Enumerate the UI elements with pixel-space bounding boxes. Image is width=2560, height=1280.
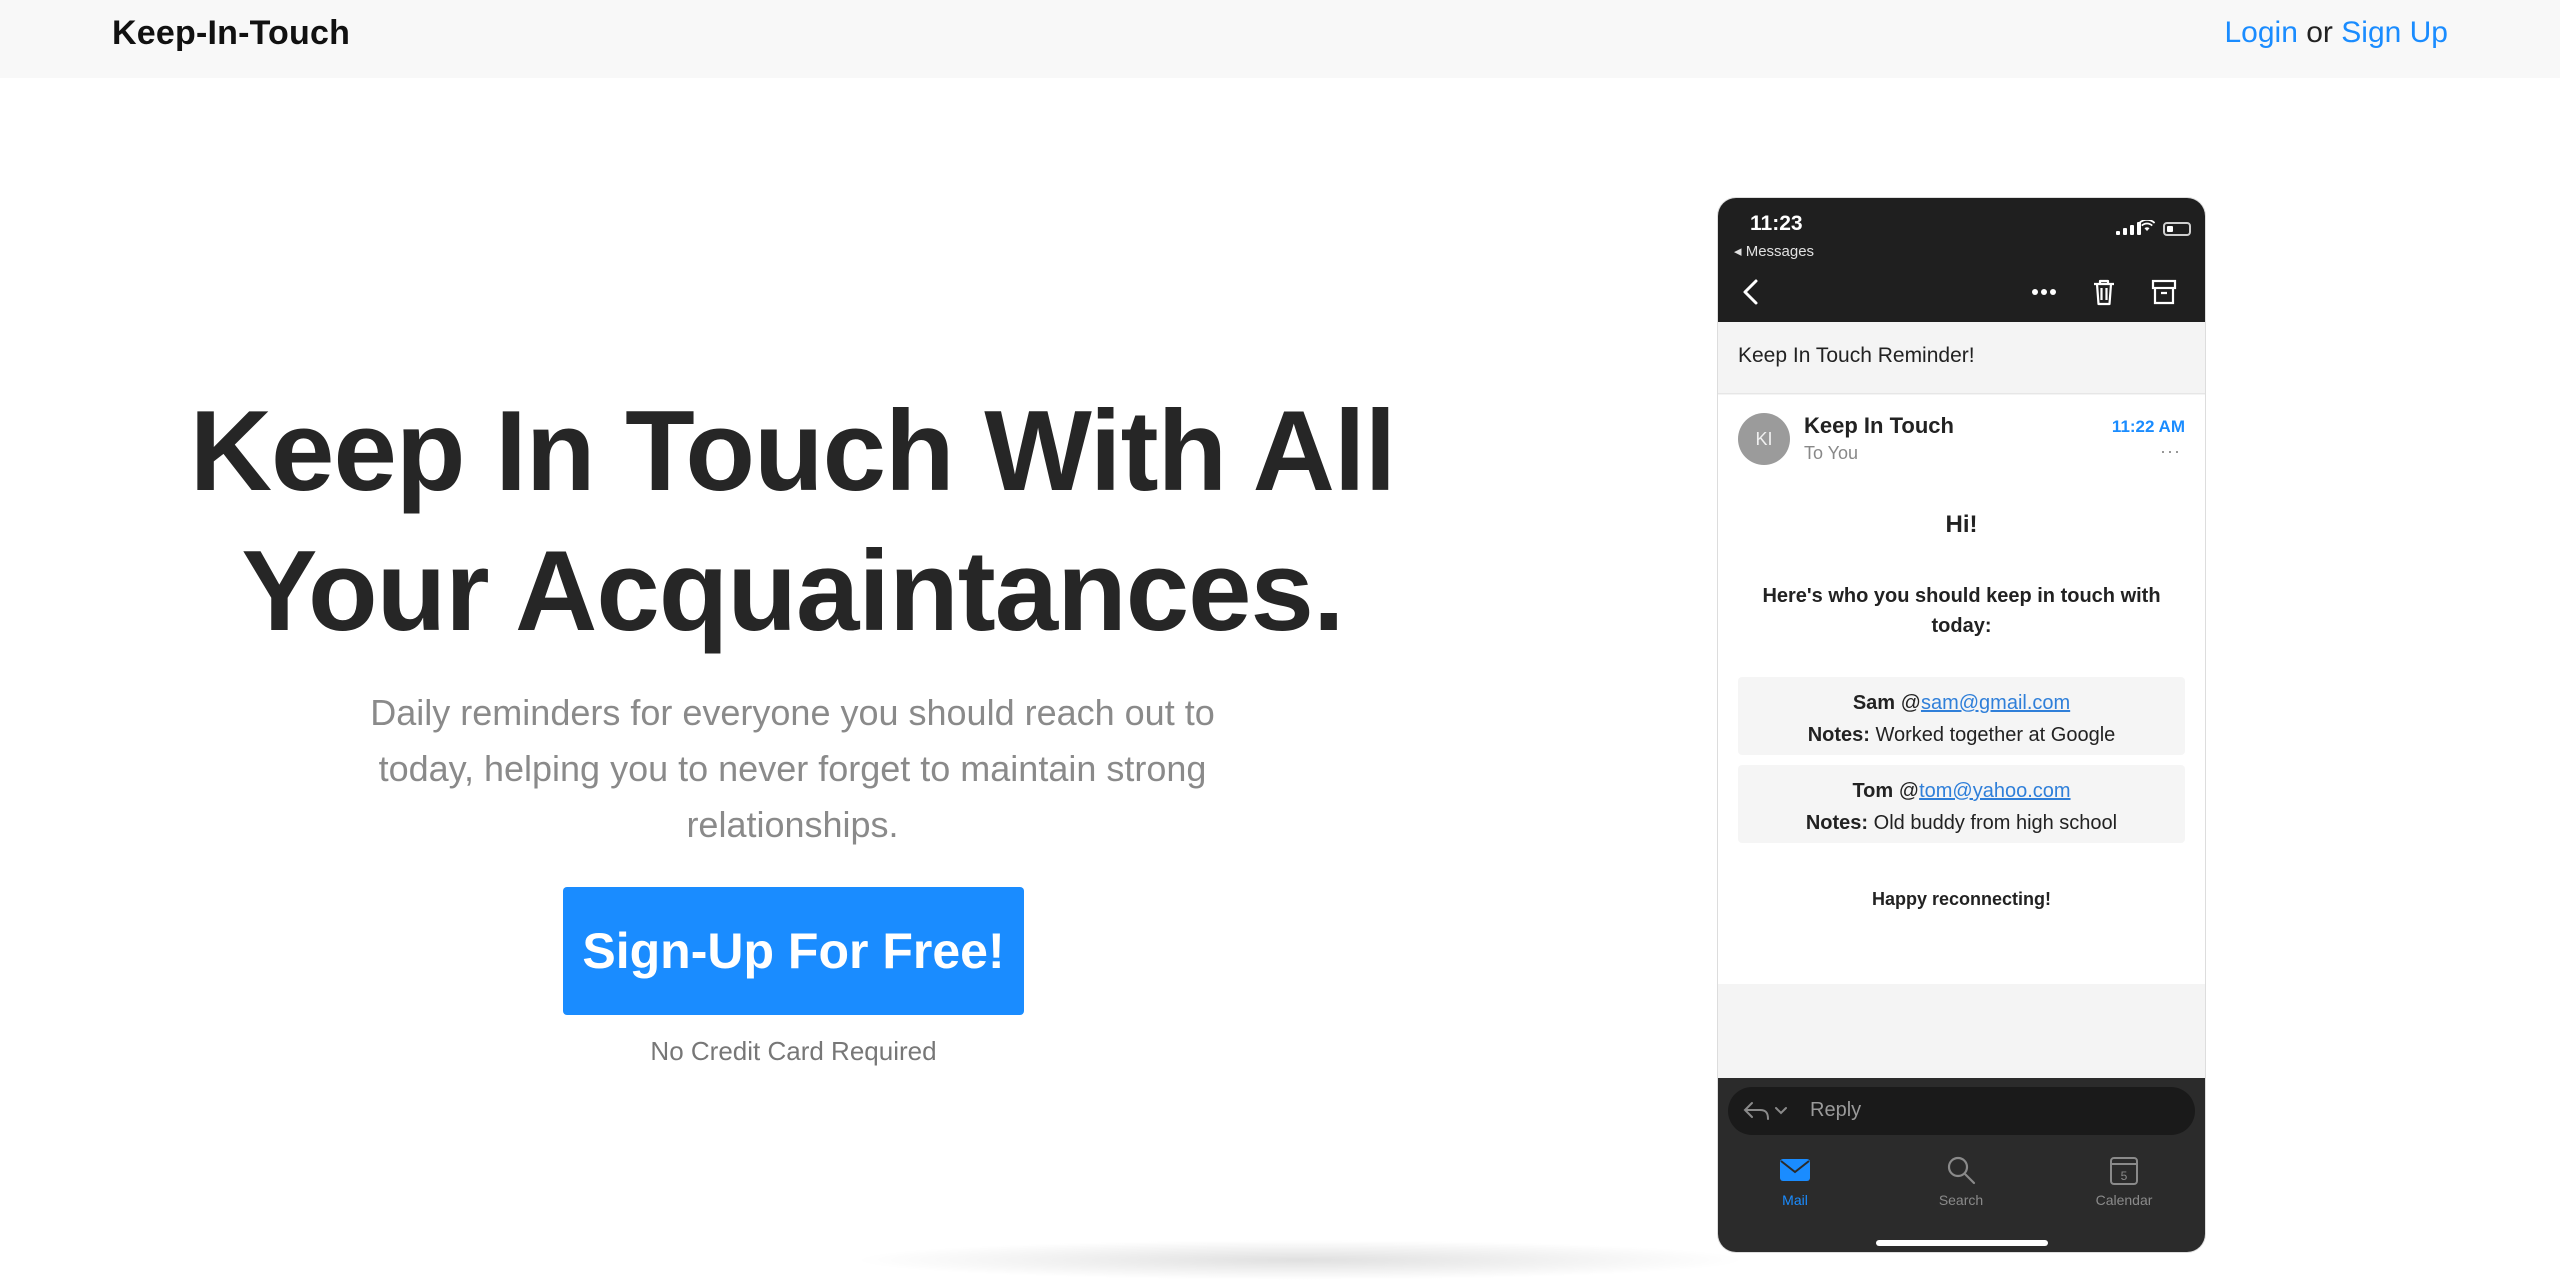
hero-title-line-1: Keep In Touch With All xyxy=(189,388,1397,515)
contact-at: @ xyxy=(1900,692,1921,714)
email-time: 11:22 AM xyxy=(2111,417,2185,436)
reply-field[interactable]: Reply xyxy=(1728,1087,2195,1135)
email-subject: Keep In Touch Reminder! xyxy=(1738,344,1975,367)
email-greeting: Hi! xyxy=(1945,511,1978,538)
contact-card: Tom @tom@yahoo.com Notes: Old buddy from… xyxy=(1738,765,2185,843)
signal-icon xyxy=(2116,222,2141,235)
search-icon xyxy=(1947,1156,1976,1185)
contact-notes: Old buddy from high school xyxy=(1873,812,2118,834)
mail-icon xyxy=(1780,1159,1810,1181)
auth-links: Login or Sign Up xyxy=(2224,16,2448,50)
more-options-icon[interactable] xyxy=(2028,276,2060,308)
calendar-day: 5 xyxy=(2121,1169,2128,1183)
home-indicator xyxy=(1876,1240,2048,1246)
contact-notes-label: Notes: xyxy=(1805,812,1869,834)
tab-calendar-label: Calendar xyxy=(2095,1192,2153,1208)
phone-bottom-bar: Reply Mail Search 5 Calendar xyxy=(1718,1078,2205,1252)
recipient-line: To You xyxy=(1804,443,1859,463)
phone-status-bar: 11:23 ◂ Messages xyxy=(1718,198,2205,322)
reply-placeholder: Reply xyxy=(1810,1099,1862,1121)
email-intro: Here's who you should keep in touch with… xyxy=(1762,585,2161,637)
tab-mail-label: Mail xyxy=(1782,1192,1808,1208)
contact-at: @ xyxy=(1898,780,1920,802)
archive-icon[interactable] xyxy=(2148,276,2180,308)
or-text: or xyxy=(2306,16,2333,49)
reply-icon xyxy=(1743,1102,1787,1120)
contact-name: Tom xyxy=(1852,780,1894,802)
tab-mail[interactable]: Mail xyxy=(1735,1150,1855,1208)
phone-mockup: 11:23 ◂ Messages Keep In Touch Reminder!… xyxy=(1718,198,2205,1252)
back-to-messages: ◂ Messages xyxy=(1734,243,1815,260)
signup-for-free-button[interactable]: Sign-Up For Free! xyxy=(563,887,1024,1015)
trash-icon[interactable] xyxy=(2088,276,2120,308)
no-credit-card-note: No Credit Card Required xyxy=(650,1036,937,1066)
contact-notes-label: Notes: xyxy=(1807,724,1870,746)
contact-notes: Worked together at Google xyxy=(1875,724,2116,746)
contact-name: Sam xyxy=(1852,692,1896,714)
hero-subtitle: Daily reminders for everyone you should … xyxy=(370,692,1215,845)
contact-email-link[interactable]: tom@yahoo.com xyxy=(1919,780,2070,802)
status-time: 11:23 xyxy=(1750,212,1803,235)
hero-title: Keep In Touch With All Your Acquaintance… xyxy=(180,382,1405,662)
email-body: KI Keep In Touch To You 11:22 AM ··· Hi!… xyxy=(1718,395,2205,984)
email-closing: Happy reconnecting! xyxy=(1871,889,2052,909)
contact-email-link[interactable]: sam@gmail.com xyxy=(1921,692,2070,714)
email-footer-space xyxy=(1718,984,2205,1078)
wifi-icon xyxy=(2139,220,2155,231)
battery-icon xyxy=(2163,222,2191,236)
email-subject-row: Keep In Touch Reminder! xyxy=(1718,322,2205,394)
calendar-icon: 5 xyxy=(2110,1157,2138,1185)
brand-logo[interactable]: Keep-In-Touch xyxy=(112,14,350,53)
email-more-icon[interactable]: ··· xyxy=(2160,441,2181,462)
signup-link[interactable]: Sign Up xyxy=(2341,16,2448,49)
login-link[interactable]: Login xyxy=(2224,16,2297,49)
tab-search-label: Search xyxy=(1938,1192,1984,1208)
top-navbar: Keep-In-Touch Login or Sign Up xyxy=(0,0,2560,78)
sender-name: Keep In Touch xyxy=(1804,413,1954,438)
tab-calendar[interactable]: 5 Calendar xyxy=(2064,1150,2184,1208)
contact-card: Sam @sam@gmail.com Notes: Worked togethe… xyxy=(1738,677,2185,755)
sender-avatar: KI xyxy=(1738,413,1790,465)
hero-title-line-2: Your Acquaintances. xyxy=(241,528,1344,655)
tab-search[interactable]: Search xyxy=(1901,1150,2021,1208)
back-chevron-icon[interactable] xyxy=(1736,276,1768,308)
bottom-shadow xyxy=(850,1240,1750,1280)
